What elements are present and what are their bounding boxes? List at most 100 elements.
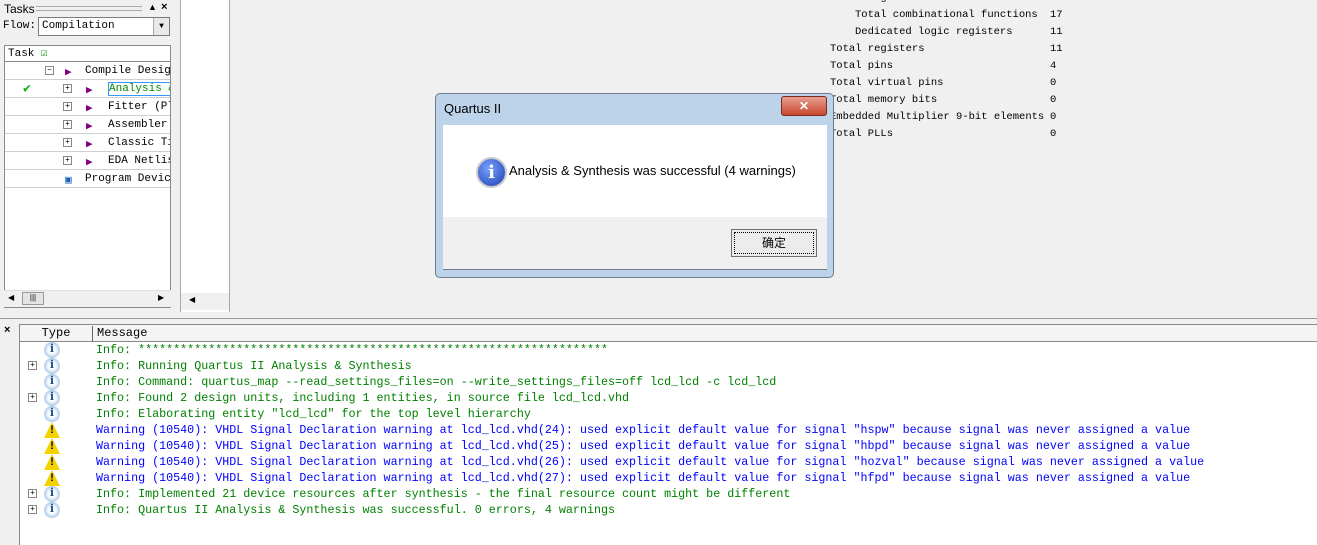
message-row[interactable]: + i Info: Quartus II Analysis & Synthesis …	[20, 502, 1317, 518]
scroll-left-icon[interactable]: ◀	[8, 293, 14, 302]
summary-label: Embedded Multiplier 9-bit elements	[830, 111, 1045, 123]
dialog-close-button[interactable]: ✕	[781, 96, 827, 116]
message-text: Info: Elaborating entity "lcd_lcd" for t…	[96, 407, 531, 421]
task-label[interactable]: Classic Timing Analyzer	[108, 137, 170, 149]
scroll-right-icon[interactable]: ▶	[158, 293, 164, 302]
dialog-title: Quartus II	[444, 101, 502, 116]
message-row[interactable]: i Info: Command: quartus_map --read_setti…	[20, 374, 1317, 390]
expand-icon[interactable]: +	[63, 138, 72, 147]
messages-table: Type Message i Info: ********************…	[19, 324, 1317, 545]
task-column-label: Task	[8, 48, 35, 60]
scroll-left-icon[interactable]: ◀	[189, 295, 195, 304]
expand-icon[interactable]: +	[28, 361, 37, 370]
dialog-body: i Analysis & Synthesis was successful (4…	[443, 125, 827, 217]
message-text: Warning (10540): VHDL Signal Declaration…	[96, 423, 1191, 437]
task-tree: Task ☑ − ▶ Compile Design ✔ + ▶ Analysis & Syn…	[4, 45, 171, 308]
program-device-icon[interactable]: ▣	[65, 173, 72, 187]
summary-label: Dedicated logic registers	[855, 26, 1013, 38]
summary-value: 4	[1050, 60, 1057, 72]
task-column-header[interactable]: Task ☑	[5, 46, 170, 62]
summary-label: Total pins	[830, 60, 894, 72]
summary-label: Total logic elements	[830, 0, 956, 4]
dialog-footer: 确定	[443, 217, 827, 270]
play-icon[interactable]: ▶	[86, 119, 93, 133]
message-row[interactable]: ! Warning (10540): VHDL Signal Declaratio…	[20, 422, 1317, 438]
task-item[interactable]: + ▶ Assembler	[5, 116, 170, 134]
expand-icon[interactable]: +	[63, 120, 72, 129]
summary-table: Total logic elements17Total combinationa…	[830, 0, 1070, 145]
info-icon: i	[44, 390, 60, 406]
task-label[interactable]: Compile Design	[85, 65, 170, 77]
chevron-down-icon[interactable]: ▼	[153, 18, 169, 35]
play-icon[interactable]: ▶	[65, 65, 72, 79]
close-icon[interactable]: ×	[4, 324, 10, 336]
summary-row: Total pins 4	[830, 60, 1070, 77]
expand-icon[interactable]: +	[28, 393, 37, 402]
info-icon: i	[44, 502, 60, 518]
message-row[interactable]: ! Warning (10540): VHDL Signal Declaratio…	[20, 454, 1317, 470]
type-column-header[interactable]: Type	[20, 326, 93, 342]
expand-icon[interactable]: +	[63, 156, 72, 165]
tasks-title: Tasks	[4, 2, 35, 16]
summary-value: 17	[1050, 9, 1063, 21]
message-text: Info: Running Quartus II Analysis & Synt…	[96, 359, 412, 373]
message-text: Info: Implemented 21 device resources af…	[96, 487, 791, 501]
summary-value: 17	[1050, 0, 1063, 4]
summary-row: Total memory bits 0	[830, 94, 1070, 111]
play-icon[interactable]: ▶	[86, 155, 93, 169]
float-icon[interactable]: ▲	[148, 2, 157, 12]
task-item[interactable]: + ▶ Classic Timing Analyzer	[5, 134, 170, 152]
message-row[interactable]: + i Info: Implemented 21 device resources …	[20, 486, 1317, 502]
summary-value: 0	[1050, 128, 1057, 140]
expand-icon[interactable]: −	[45, 66, 54, 75]
summary-row: Dedicated logic registers 11	[830, 26, 1070, 43]
summary-label: Total virtual pins	[830, 77, 944, 89]
task-item[interactable]: − ▶ Compile Design	[5, 62, 170, 80]
message-dialog: Quartus II ✕ i Analysis & Synthesis was …	[435, 93, 834, 278]
play-icon[interactable]: ▶	[86, 101, 93, 115]
expand-icon[interactable]: +	[28, 489, 37, 498]
message-text: Warning (10540): VHDL Signal Declaration…	[96, 471, 1191, 485]
flow-value: Compilation	[42, 20, 115, 32]
panel-grip[interactable]	[36, 6, 142, 11]
task-item[interactable]: + ▶ Fitter (Place & Route)	[5, 98, 170, 116]
play-icon[interactable]: ▶	[86, 137, 93, 151]
task-label[interactable]: Analysis & Synthesis	[108, 82, 170, 96]
summary-row: Total logic elements 17	[830, 0, 1070, 9]
play-icon[interactable]: ▶	[86, 83, 93, 97]
task-label[interactable]: EDA Netlist Writer	[108, 155, 170, 167]
checkmark-icon: ✔	[23, 81, 31, 96]
warning-icon: !	[44, 422, 60, 438]
flow-label: Flow:	[3, 20, 37, 32]
task-label[interactable]: Fitter (Place & Route)	[108, 101, 170, 113]
scroll-thumb[interactable]: |||	[22, 292, 44, 305]
task-label[interactable]: Assembler	[108, 119, 167, 131]
summary-label: Total memory bits	[830, 94, 938, 106]
task-item[interactable]: ▣ Program Device	[5, 170, 170, 188]
message-row[interactable]: ! Warning (10540): VHDL Signal Declaratio…	[20, 438, 1317, 454]
expand-icon[interactable]: +	[63, 102, 72, 111]
ok-button[interactable]: 确定	[731, 229, 817, 257]
message-column-header[interactable]: Message	[97, 326, 147, 340]
message-row[interactable]: ! Warning (10540): VHDL Signal Declaratio…	[20, 470, 1317, 486]
checkbox-icon[interactable]: ☑	[41, 48, 48, 60]
summary-value: 11	[1050, 26, 1063, 38]
messages-header: Type Message	[20, 325, 1317, 342]
close-icon[interactable]: ×	[161, 1, 167, 13]
info-icon: i	[44, 342, 60, 358]
warning-icon: !	[44, 438, 60, 454]
horizontal-scrollbar[interactable]: ◀	[181, 293, 229, 310]
summary-label: Total PLLs	[830, 128, 894, 140]
message-row[interactable]: + i Info: Running Quartus II Analysis & Sy…	[20, 358, 1317, 374]
expand-icon[interactable]: +	[63, 84, 72, 93]
task-item[interactable]: ✔ + ▶ Analysis & Synthesis	[5, 80, 170, 98]
info-icon: i	[44, 374, 60, 390]
message-row[interactable]: i Info: *********************************…	[20, 342, 1317, 358]
message-row[interactable]: + i Info: Found 2 design units, including …	[20, 390, 1317, 406]
task-item[interactable]: + ▶ EDA Netlist Writer	[5, 152, 170, 170]
expand-icon[interactable]: +	[28, 505, 37, 514]
message-row[interactable]: i Info: Elaborating entity "lcd_lcd" for …	[20, 406, 1317, 422]
horizontal-scrollbar[interactable]: ◀ ||| ▶	[4, 290, 171, 307]
flow-select[interactable]: Compilation ▼	[38, 17, 170, 36]
task-label[interactable]: Program Device	[85, 173, 170, 185]
